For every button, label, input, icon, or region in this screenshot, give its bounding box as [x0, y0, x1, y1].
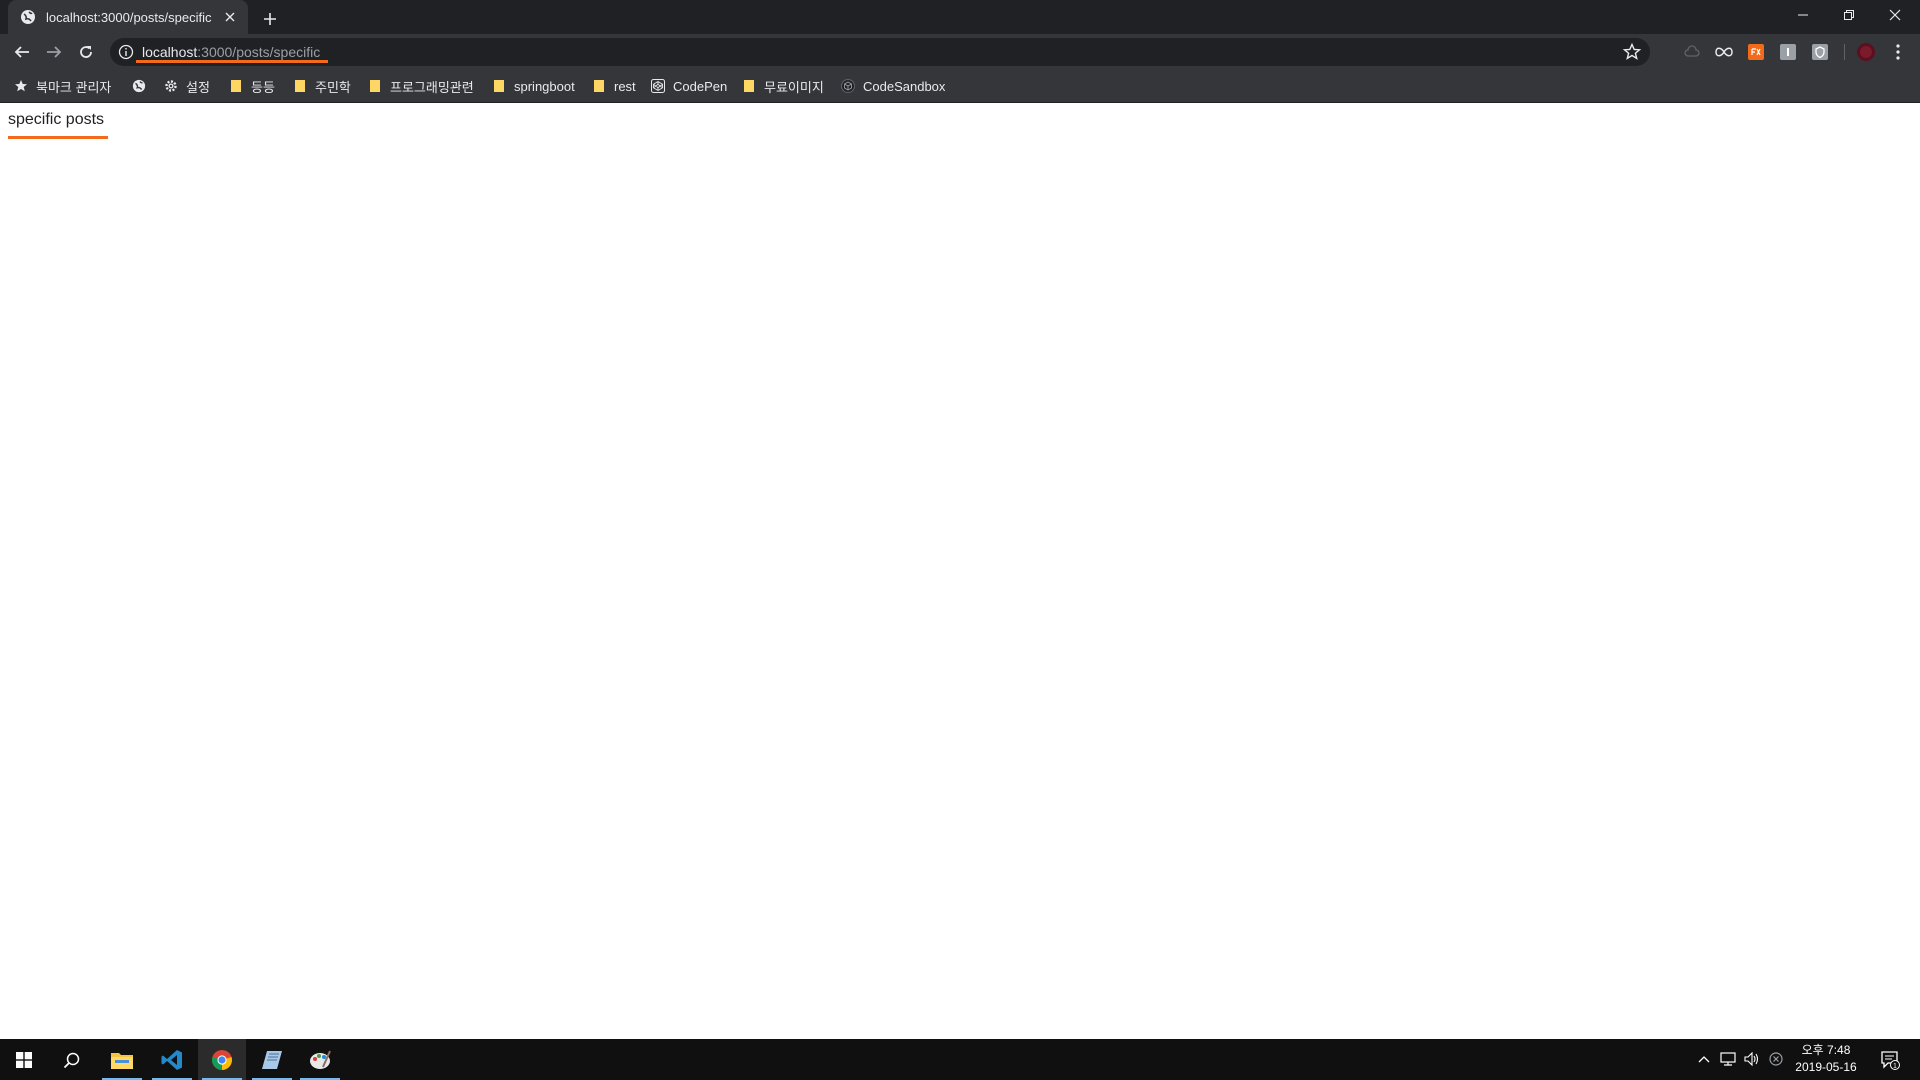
chrome-taskbar-icon[interactable]	[198, 1039, 246, 1080]
bookmarks-bar: 북마크 관리자 설정 등등 주민학 프로그래밍관련 springboot res…	[0, 70, 1920, 103]
bookmark-manager[interactable]: 북마크 관리자	[14, 77, 111, 95]
page-viewport: specific posts	[0, 103, 1920, 1039]
bookmark-folder-rest[interactable]: rest	[592, 77, 636, 95]
bookmark-globe[interactable]	[132, 77, 154, 95]
start-button[interactable]	[0, 1039, 48, 1080]
forward-button[interactable]	[42, 40, 66, 64]
bookmark-folder-springboot[interactable]: springboot	[492, 77, 575, 95]
bookmark-folder-juminhak[interactable]: 주민학	[293, 77, 351, 95]
profile-avatar[interactable]	[1856, 42, 1876, 62]
infinity-extension-icon[interactable]	[1714, 42, 1734, 62]
shield-extension-icon[interactable]	[1810, 42, 1830, 62]
restore-button[interactable]	[1826, 0, 1872, 30]
gray-extension-icon[interactable]	[1778, 42, 1798, 62]
notification-count: 1	[1893, 1063, 1897, 1070]
tab-strip: localhost:3000/posts/specific	[0, 0, 1920, 34]
url-text: localhost:3000/posts/specific	[142, 44, 321, 60]
clock-time: 오후 7:48	[1801, 1043, 1851, 1057]
cloud-extension-icon[interactable]	[1682, 42, 1702, 62]
folder-icon	[592, 79, 606, 93]
bookmark-settings[interactable]: 설정	[164, 77, 210, 95]
back-button[interactable]	[10, 40, 34, 64]
bookmark-folder-programming[interactable]: 프로그래밍관련	[368, 77, 474, 95]
bookmark-codepen[interactable]: CodePen	[651, 77, 727, 95]
menu-dots-icon[interactable]	[1888, 42, 1908, 62]
taskbar-clock[interactable]: 오후 7:48 2019-05-16	[1780, 1042, 1872, 1076]
gear-icon	[164, 79, 178, 93]
notes-app-taskbar-icon[interactable]	[248, 1039, 296, 1080]
bookmark-star-icon[interactable]	[1622, 42, 1642, 62]
action-center-icon[interactable]: 1	[1880, 1050, 1900, 1070]
minimize-button[interactable]	[1780, 0, 1826, 30]
bookmark-folder-etc[interactable]: 등등	[229, 77, 275, 95]
clock-date: 2019-05-16	[1795, 1060, 1857, 1074]
folder-icon	[229, 79, 243, 93]
bookmark-folder-free-images[interactable]: 무료이미지	[742, 77, 824, 95]
globe-icon	[20, 9, 36, 25]
url-annotation-underline	[136, 60, 328, 63]
new-tab-button[interactable]	[258, 7, 282, 31]
toolbar-separator	[1844, 44, 1845, 60]
close-tab-icon[interactable]	[220, 7, 240, 27]
network-icon[interactable]	[1720, 1051, 1736, 1067]
reload-button[interactable]	[74, 40, 98, 64]
orange-extension-icon[interactable]	[1746, 42, 1766, 62]
browser-toolbar: localhost:3000/posts/specific	[0, 34, 1920, 70]
close-window-button[interactable]	[1872, 0, 1918, 30]
folder-icon	[742, 79, 756, 93]
page-heading: specific posts	[8, 111, 105, 128]
tray-overflow-chevron-icon[interactable]	[1696, 1051, 1712, 1067]
folder-icon	[368, 79, 382, 93]
file-explorer-taskbar-icon[interactable]	[98, 1039, 146, 1080]
browser-tab[interactable]: localhost:3000/posts/specific	[8, 0, 248, 34]
tab-title: localhost:3000/posts/specific	[46, 9, 212, 25]
folder-icon	[492, 79, 506, 93]
volume-icon[interactable]	[1744, 1051, 1760, 1067]
bookmark-codesandbox[interactable]: CodeSandbox	[841, 77, 945, 95]
codesandbox-icon	[841, 79, 855, 93]
codepen-icon	[651, 79, 665, 93]
star-icon	[14, 79, 28, 93]
paint-app-taskbar-icon[interactable]	[296, 1039, 344, 1080]
site-info-icon[interactable]	[118, 44, 134, 60]
heading-annotation-underline	[8, 136, 108, 139]
folder-icon	[293, 79, 307, 93]
search-button[interactable]	[48, 1039, 96, 1080]
address-bar[interactable]: localhost:3000/posts/specific	[110, 38, 1650, 66]
vscode-taskbar-icon[interactable]	[148, 1039, 196, 1080]
windows-taskbar: 오후 7:48 2019-05-16 1	[0, 1039, 1920, 1080]
globe-icon	[132, 79, 146, 93]
